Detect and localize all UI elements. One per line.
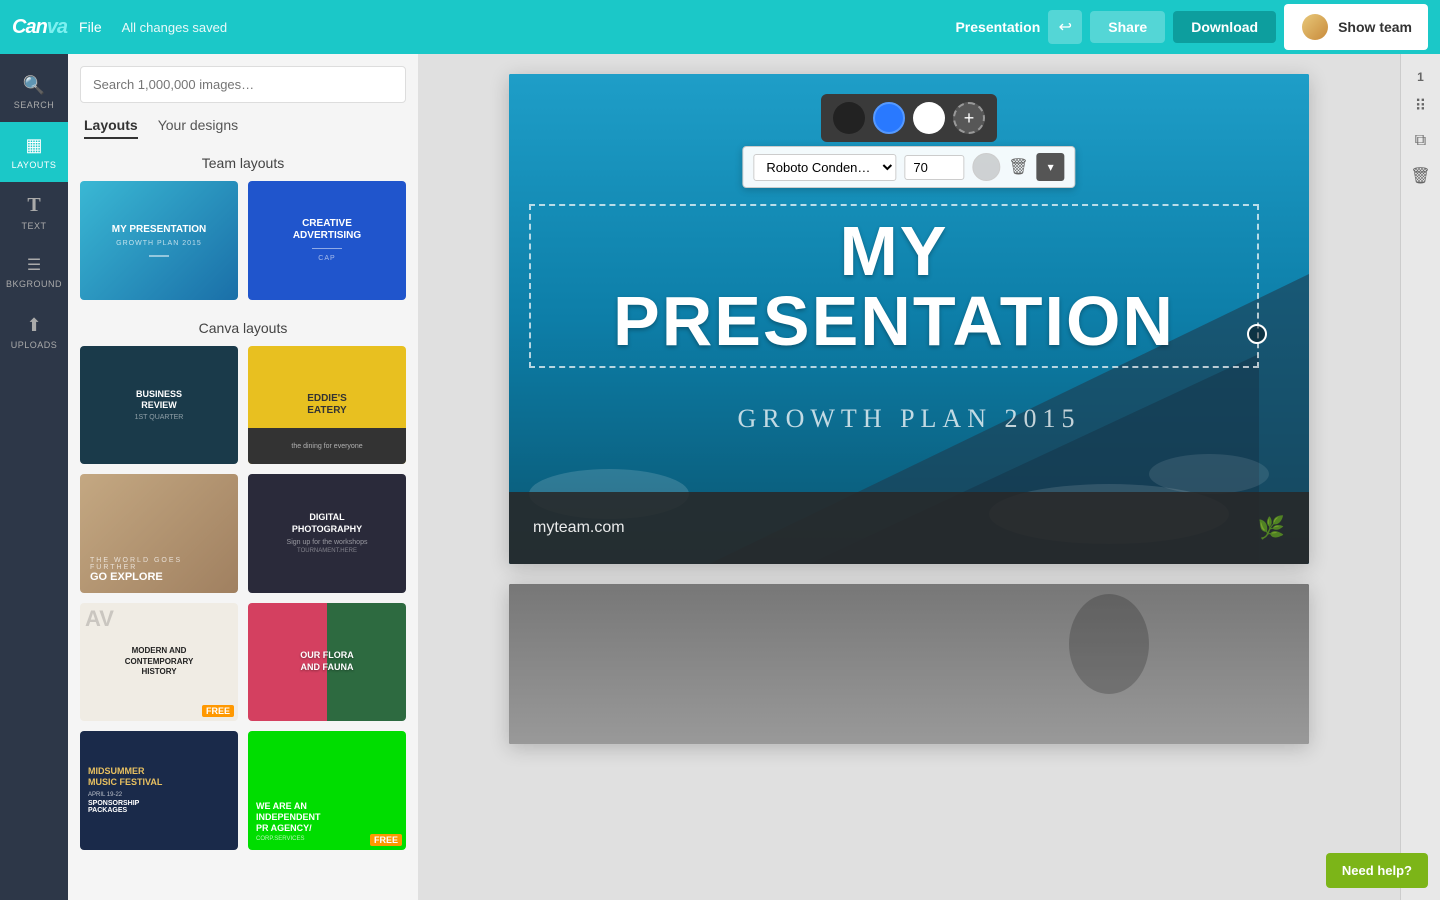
logo[interactable]: Canva (12, 16, 67, 39)
delete-slide-icon[interactable]: 🗑 (1406, 162, 1434, 190)
file-menu[interactable]: File (79, 19, 102, 35)
slide-1[interactable]: + Roboto Conden… 🗑 ▾ MY PRESENTATION GRO… (509, 74, 1309, 564)
font-color-swatch[interactable] (972, 153, 1000, 181)
font-toolbar: Roboto Conden… 🗑 ▾ (742, 146, 1075, 188)
text-selection-area[interactable]: MY PRESENTATION (529, 204, 1259, 368)
text-icon: T (27, 194, 40, 217)
slide2-background (509, 584, 1309, 744)
sidebar-item-search[interactable]: 🔍 SEARCH (0, 62, 68, 122)
slide-url: myteam.com (533, 519, 625, 537)
color-picker-toolbar: + (821, 94, 997, 142)
free-badge-2: FREE (370, 834, 402, 846)
panel-tabs: Layouts Your designs (80, 117, 406, 139)
slide-footer: myteam.com 🌿 (509, 492, 1309, 564)
color-black[interactable] (833, 102, 865, 134)
layout-thumb-weare-agency[interactable]: WE ARE ANINDEPENDENTPR AGENCY/ CORP.SERV… (248, 731, 406, 850)
sidebar-item-background[interactable]: ☰ BKGROUND (0, 242, 68, 302)
layouts-panel: Layouts Your designs Team layouts MY PRE… (68, 54, 418, 900)
grid-icon[interactable]: ⠿ (1411, 92, 1431, 120)
team-layouts-grid: MY PRESENTATION GROWTH PLAN 2015 CREATIV… (80, 181, 406, 300)
canva-layouts-section: Canva layouts BUSINESSREVIEW 1ST QUARTER… (80, 320, 406, 850)
canvas-area: + Roboto Conden… 🗑 ▾ MY PRESENTATION GRO… (418, 54, 1400, 900)
rotate-handle[interactable] (1247, 324, 1267, 344)
free-badge: FREE (202, 705, 234, 717)
uploads-icon: ⬆ (26, 315, 41, 336)
slide-subtitle-area: GROWTH PLAN 2015 (509, 384, 1309, 434)
show-team-button[interactable]: Show team (1284, 4, 1428, 50)
user-avatar (1300, 12, 1330, 42)
presentation-label: Presentation (955, 19, 1040, 35)
canva-layouts-grid: BUSINESSREVIEW 1ST QUARTER EDDIE'SEATERY… (80, 346, 406, 850)
share-button[interactable]: Share (1090, 11, 1165, 43)
autosave-status: All changes saved (122, 20, 228, 35)
color-blue[interactable] (873, 102, 905, 134)
font-select[interactable]: Roboto Conden… (753, 154, 896, 181)
slide-subtitle-text[interactable]: GROWTH PLAN 2015 (509, 404, 1309, 434)
download-button[interactable]: Download (1173, 11, 1276, 43)
copy-icon[interactable]: ⧉ (1411, 128, 1430, 154)
layout-thumb-modern-contemporary[interactable]: AV MODERN ANDCONTEMPORARYHISTORY FREE (80, 603, 238, 722)
team-layouts-title: Team layouts (80, 155, 406, 171)
layout-thumb-go-explore[interactable]: THE WORLD GOES FURTHER GO EXPLORE (80, 474, 238, 593)
help-button[interactable]: Need help? (1326, 853, 1428, 888)
layout-thumb-creative-advertising[interactable]: CREATIVEADVERTISING CAP (248, 181, 406, 300)
color-white[interactable] (913, 102, 945, 134)
sidebar-item-layouts[interactable]: ▦ LAYOUTS (0, 122, 68, 182)
layout-thumb-business-review[interactable]: BUSINESSREVIEW 1ST QUARTER (80, 346, 238, 465)
canva-layouts-title: Canva layouts (80, 320, 406, 336)
delete-text-button[interactable]: 🗑 (1008, 157, 1028, 177)
team-layouts-section: Team layouts MY PRESENTATION GROWTH PLAN… (80, 155, 406, 300)
layout-thumb-eddies-eatery[interactable]: EDDIE'SEATERY the dining for everyone (248, 346, 406, 465)
search-input[interactable] (80, 66, 406, 103)
font-size-input[interactable] (904, 155, 964, 180)
layout-thumb-my-presentation[interactable]: MY PRESENTATION GROWTH PLAN 2015 (80, 181, 238, 300)
layout-thumb-midsummer[interactable]: MIDSUMMERMUSIC FESTIVAL APRIL 19-22 SPON… (80, 731, 238, 850)
slide-title-text[interactable]: MY PRESENTATION (551, 216, 1237, 356)
sidebar-item-text[interactable]: T TEXT (0, 182, 68, 242)
slide-logo-icon: 🌿 (1258, 515, 1285, 541)
search-icon: 🔍 (23, 75, 45, 96)
layout-thumb-digital-photography[interactable]: DIGITALPHOTOGRAPHY Sign up for the works… (248, 474, 406, 593)
layouts-icon: ▦ (25, 135, 42, 156)
undo-icon: ↩ (1059, 17, 1072, 37)
topbar: Canva File All changes saved Presentatio… (0, 0, 1440, 54)
tab-layouts[interactable]: Layouts (84, 117, 138, 139)
layout-thumb-flora-fauna[interactable]: OUR FLORAAND FAUNA (248, 603, 406, 722)
tab-your-designs[interactable]: Your designs (158, 117, 238, 139)
icon-bar: 🔍 SEARCH ▦ LAYOUTS T TEXT ☰ BKGROUND ⬆ U… (0, 54, 68, 900)
sidebar-item-uploads[interactable]: ⬆ UPLOADS (0, 302, 68, 362)
slide-number-indicator: 1 (1417, 70, 1424, 84)
background-icon: ☰ (27, 255, 41, 275)
right-sidebar: 1 ⠿ ⧉ 🗑 (1400, 54, 1440, 900)
slide-2[interactable] (509, 584, 1309, 744)
undo-button[interactable]: ↩ (1048, 10, 1082, 44)
add-color-button[interactable]: + (953, 102, 985, 134)
more-options-button[interactable]: ▾ (1037, 153, 1065, 181)
